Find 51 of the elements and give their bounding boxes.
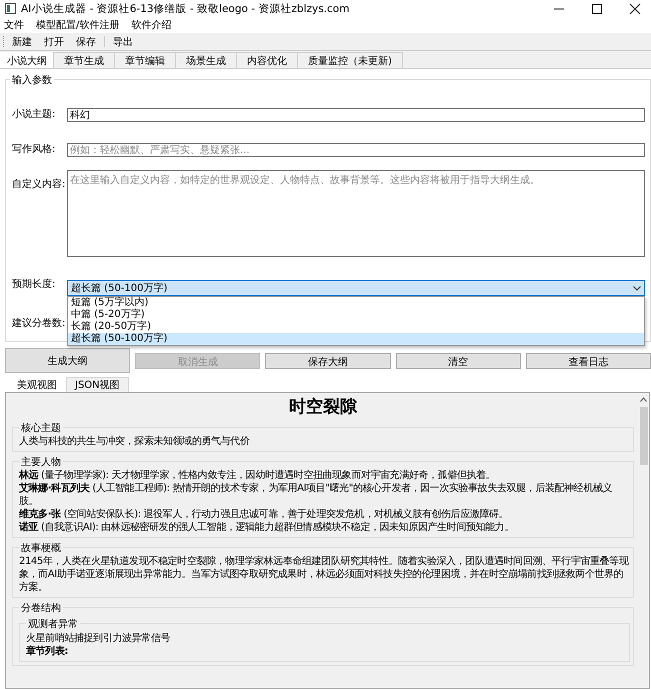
volume-title: 观测者异常 [26, 617, 80, 631]
tab[interactable]: 质量监控（未更新) [297, 52, 403, 68]
section-heading: 核心主题 [19, 421, 63, 435]
input-field[interactable]: 例如：轻松幽默、严肃写实、悬疑紧张... [67, 143, 645, 157]
dropdown-option[interactable]: 短篇 (5万字以内) [68, 297, 644, 309]
section-heading: 主要人物 [19, 455, 63, 469]
character-entry: 诺亚 (自我意识AI): 由林远秘密研发的强人工智能，逻辑能力超群但情感模块不稳定，因未知原因产生时间预知能力。 [19, 521, 515, 534]
toolbar-button[interactable]: 打开 [40, 34, 68, 48]
toolbar-button[interactable]: 导出 [109, 34, 137, 48]
dropdown-option[interactable]: 超长篇 (50-100万字) [68, 333, 644, 345]
action-button[interactable]: 查看日志 [526, 352, 651, 368]
toolbar-button[interactable]: 新建 [8, 34, 36, 48]
tab[interactable]: 场景生成 [175, 52, 237, 68]
section-text: 2145年，人类在火星轨道发现不稳定时空裂隙，物理学家林远奉命组建团队研究其特性。随着实验深入，团队遭遇时间回溯、平行宇宙重叠等现象，而AI助手诺亚逐渐展现出异常能力。当军方试图夺取研究成果时，林远必须面对科技失控的伦理困境，并在时空崩塌前找到拯救两个世界的方案。 [19, 555, 630, 594]
text-area[interactable]: 在这里输入自定义内容，如特定的世界观设定、人物特点、故事背景等。这些内容将被用于指导大纲生成。 [67, 170, 645, 257]
menu-item[interactable]: 文件 [4, 18, 24, 32]
chapter-list-label: 章节列表: [26, 645, 69, 658]
window-title: AI小说生成器 - 资源社6-13修缮版 - 致敬leogo - 资源社zblzys.com [21, 2, 350, 16]
dropdown[interactable]: 超长篇 (50-100万字) [67, 280, 645, 296]
group-title: 输入参数 [10, 73, 54, 87]
toolbar-button[interactable]: 保存 [72, 34, 100, 48]
tab[interactable]: 内容优化 [236, 52, 298, 68]
action-button[interactable]: 生成大纲 [5, 348, 130, 373]
section-text: 人类与科技的共生与冲突，探索未知领域的勇气与代价 [19, 435, 250, 448]
caret-icon [633, 286, 641, 290]
character-entry: 艾琳娜·科瓦列夫 (人工智能工程师): 热情开朗的技术专家，为军用AI项目"曙光"的核心开发者，因一次实验事故失去双腿，后装配神经机械义肢。 [19, 482, 614, 508]
menu-item[interactable]: 模型配置/软件注册 [36, 18, 120, 32]
tab[interactable]: 小说大纲 [0, 52, 54, 68]
field-label: 写作风格: [12, 143, 56, 157]
menu-item[interactable]: 软件介绍 [131, 18, 172, 32]
scrollbar-thumb[interactable] [640, 407, 648, 465]
character-entry: 维克多·张 (空间站安保队长): 退役军人，行动力强且忠诚可靠，善于处理突发危机，对机械义肢有创伤后应激障碍。 [19, 508, 510, 521]
tab[interactable]: 章节生成 [53, 52, 115, 68]
character-entry: 林远 (量子物理学家): 天才物理学家，性格内敛专注，因幼时遭遇时空扭曲现象而对宇宙充满好奇，孤僻但执着。 [19, 469, 496, 482]
field-label: 预期长度: [12, 278, 56, 292]
view-tab[interactable]: JSON视图 [66, 377, 129, 392]
action-button[interactable]: 保存大纲 [265, 352, 391, 368]
outline-title: 时空裂隙 [288, 396, 358, 418]
dropdown-option[interactable]: 长篇 (20-50万字) [68, 321, 644, 333]
tab[interactable]: 章节编辑 [114, 52, 176, 68]
dropdown-option[interactable]: 中篇 (5-20万字) [68, 309, 644, 321]
field-label: 小说主题: [12, 108, 56, 122]
action-button[interactable]: 清空 [396, 352, 521, 368]
section-heading: 分卷结构 [19, 601, 63, 615]
scroll-up-icon[interactable] [640, 397, 647, 402]
maximize-icon[interactable] [591, 2, 603, 14]
section-heading: 故事梗概 [19, 541, 63, 555]
input-field[interactable]: 科幻 [67, 108, 645, 122]
volume-summary: 火星前哨站捕捉到引力波异常信号 [26, 632, 172, 645]
app-icon [5, 3, 16, 14]
close-icon[interactable] [629, 2, 641, 14]
